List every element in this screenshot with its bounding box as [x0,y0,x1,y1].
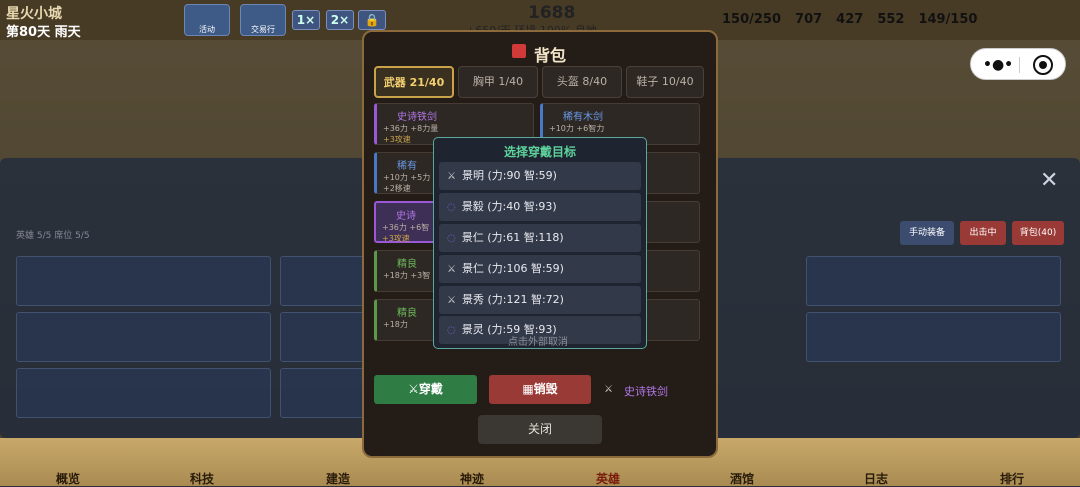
gold-amount: 1688 [528,3,576,23]
stone-value: 552 [877,12,905,27]
lock-icon[interactable]: 🔒 [358,10,386,30]
sword-icon: ⚔ [408,382,419,396]
nav-hero[interactable]: 英雄 [568,470,648,487]
staff-icon: ◌ [447,233,456,244]
nav-log[interactable]: 日志 [836,470,916,487]
event-button[interactable]: 活动 [184,4,230,36]
manual-equip-button[interactable]: 手动装备 [900,221,954,245]
tab-shoes[interactable]: 鞋子 10/40 [626,66,704,98]
nav-tavern[interactable]: 酒馆 [702,470,782,487]
close-icon[interactable]: ✕ [1040,168,1058,193]
nav-tech[interactable]: 科技 [162,470,242,487]
trash-icon: ▦ [522,382,534,396]
nav-build[interactable]: 建造 [298,470,378,487]
popup-title: 选择穿戴目标 [503,145,576,159]
tab-armor[interactable]: 胸甲 1/40 [458,66,538,98]
food-value: 427 [836,12,864,27]
hero-option[interactable]: ⚔ 景明 (力:90 智:59) [439,162,641,190]
nav-rank[interactable]: 排行 [972,470,1052,487]
cancel-hint: 点击外部取消 [508,337,568,348]
hero-card[interactable] [16,312,271,362]
hero-option[interactable]: ◌ 景仁 (力:61 智:118) [439,224,641,252]
resource-bar: 150/250 707 427 552 149/150 [722,12,977,27]
nav-overview[interactable]: 概览 [28,470,108,487]
city-name: 星火小城 [6,6,62,22]
wear-button[interactable]: ⚔穿戴 [374,375,477,404]
sword-icon: ⚔ [604,384,613,395]
speed-1x-button[interactable]: 1× [292,10,320,30]
miniprogram-capsule: •●• [970,48,1066,80]
sword-icon: ⚔ [447,295,456,306]
sortie-button[interactable]: 出击中 [960,221,1006,245]
hero-option[interactable]: ◌ 景毅 (力:40 智:93) [439,193,641,221]
more-icon[interactable]: •●• [983,57,1013,73]
sword-icon: ⚔ [447,171,456,182]
day-info: 第80天 雨天 [6,25,81,40]
wood-value: 707 [795,12,823,27]
hero-option[interactable]: ⚔ 景秀 (力:121 智:72) [439,286,641,314]
hero-option[interactable]: ⚔ 景仁 (力:106 智:59) [439,255,641,283]
bag-title: 背包 [534,46,567,65]
hero-card[interactable] [16,368,271,418]
speed-2x-button[interactable]: 2× [326,10,354,30]
staff-icon: ◌ [447,325,456,336]
hero-card[interactable] [806,256,1061,306]
hero-tab-info: 英雄 5/5 席位 5/5 [16,231,90,241]
selected-item-name: 史诗铁剑 [624,385,668,398]
tab-weapon[interactable]: 武器 21/40 [374,66,454,98]
destroy-button[interactable]: ▦销毁 [489,375,591,404]
tab-helmet[interactable]: 头盔 8/40 [542,66,622,98]
close-target-icon[interactable] [1033,55,1053,75]
population-value: 150/250 [722,12,782,27]
close-button[interactable]: 关闭 [478,415,602,444]
soldier-value: 149/150 [918,12,978,27]
hero-card[interactable] [16,256,271,306]
hero-card[interactable] [806,312,1061,362]
nav-miracle[interactable]: 神迹 [432,470,512,487]
bag-icon [512,44,526,58]
staff-icon: ◌ [447,202,456,213]
sword-icon: ⚔ [447,264,456,275]
bag-button[interactable]: 背包(40) [1012,221,1064,245]
trade-button[interactable]: 交易行 [240,4,286,36]
